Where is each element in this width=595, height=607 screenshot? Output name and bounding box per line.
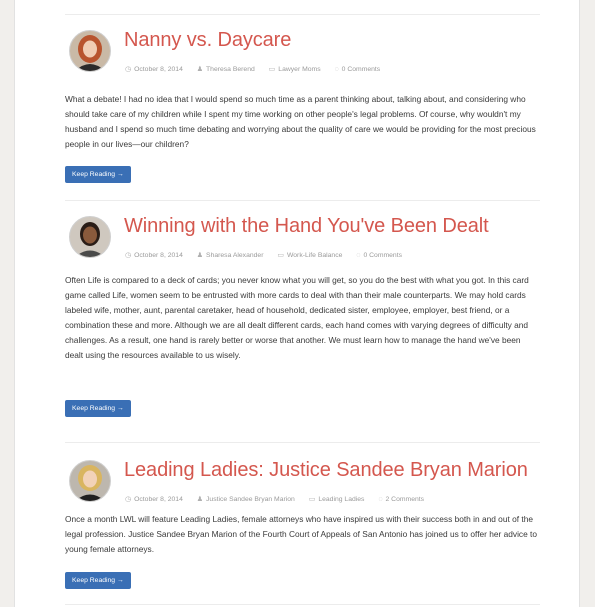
post-header: Nanny vs. Daycare ◷ October 8, 2014 ♟ Ther… bbox=[65, 14, 540, 74]
post-comments[interactable]: ◌ 0 Comments bbox=[356, 252, 402, 259]
author-avatar[interactable] bbox=[69, 460, 111, 502]
author-avatar[interactable] bbox=[69, 30, 111, 72]
post-meta: ◷ October 8, 2014 ♟ Justice Sandee Bryan M… bbox=[125, 495, 436, 503]
user-icon: ♟ bbox=[196, 252, 204, 259]
post-header: Winning with the Hand You've Been Dealt … bbox=[65, 200, 540, 260]
avatar-image bbox=[70, 217, 110, 257]
user-icon: ♟ bbox=[196, 66, 204, 73]
post-meta: ◷ October 8, 2014 ♟ Theresa Berend ▭ Lawyer… bbox=[125, 65, 392, 73]
user-icon: ♟ bbox=[196, 496, 204, 503]
comment-icon: ◌ bbox=[334, 66, 339, 73]
clock-icon: ◷ bbox=[125, 66, 132, 73]
comment-icon: ◌ bbox=[378, 496, 383, 503]
avatar-image bbox=[70, 461, 110, 501]
post-excerpt: Often Life is compared to a deck of card… bbox=[65, 275, 529, 360]
post-date: ◷ October 8, 2014 bbox=[125, 252, 183, 259]
blog-post: Winning with the Hand You've Been Dealt … bbox=[65, 200, 540, 417]
post-excerpt: Once a month LWL will feature Leading La… bbox=[65, 514, 538, 554]
folder-icon: ▭ bbox=[268, 66, 276, 73]
post-title[interactable]: Nanny vs. Daycare bbox=[124, 29, 291, 52]
divider bbox=[65, 604, 540, 605]
folder-icon: ▭ bbox=[308, 496, 316, 503]
post-excerpt: What a debate! I had no idea that I woul… bbox=[65, 94, 536, 149]
post-comments[interactable]: ◌ 0 Comments bbox=[335, 66, 381, 73]
post-title[interactable]: Leading Ladies: Justice Sandee Bryan Mar… bbox=[124, 459, 528, 482]
keep-reading-button[interactable]: Keep Reading → bbox=[65, 400, 131, 417]
blog-content-area: Nanny vs. Daycare ◷ October 8, 2014 ♟ Ther… bbox=[14, 0, 580, 607]
post-date: ◷ October 8, 2014 bbox=[125, 66, 183, 73]
keep-reading-button[interactable]: Keep Reading → bbox=[65, 572, 131, 589]
post-comments[interactable]: ◌ 2 Comments bbox=[378, 496, 424, 503]
post-author[interactable]: ♟ Justice Sandee Bryan Marion bbox=[197, 496, 295, 503]
post-date: ◷ October 8, 2014 bbox=[125, 496, 183, 503]
post-author[interactable]: ♟ Theresa Berend bbox=[197, 66, 255, 73]
keep-reading-button[interactable]: Keep Reading → bbox=[65, 166, 131, 183]
divider bbox=[65, 442, 540, 443]
clock-icon: ◷ bbox=[125, 252, 132, 259]
avatar-image bbox=[70, 31, 110, 71]
post-author[interactable]: ♟ Sharesa Alexander bbox=[197, 252, 264, 259]
post-category[interactable]: ▭ Lawyer Moms bbox=[269, 66, 321, 73]
clock-icon: ◷ bbox=[125, 496, 132, 503]
author-avatar[interactable] bbox=[69, 216, 111, 258]
post-header: Leading Ladies: Justice Sandee Bryan Mar… bbox=[65, 444, 540, 504]
post-meta: ◷ October 8, 2014 ♟ Sharesa Alexander ▭ Wor… bbox=[125, 251, 414, 259]
blog-post: Leading Ladies: Justice Sandee Bryan Mar… bbox=[65, 444, 540, 589]
folder-icon: ▭ bbox=[277, 252, 284, 259]
comment-icon: ◌ bbox=[356, 252, 361, 259]
post-category[interactable]: ▭ Leading Ladies bbox=[309, 496, 365, 503]
post-category[interactable]: ▭ Work-Life Balance bbox=[277, 252, 342, 259]
post-title[interactable]: Winning with the Hand You've Been Dealt bbox=[124, 215, 489, 238]
blog-post: Nanny vs. Daycare ◷ October 8, 2014 ♟ Ther… bbox=[65, 14, 540, 183]
